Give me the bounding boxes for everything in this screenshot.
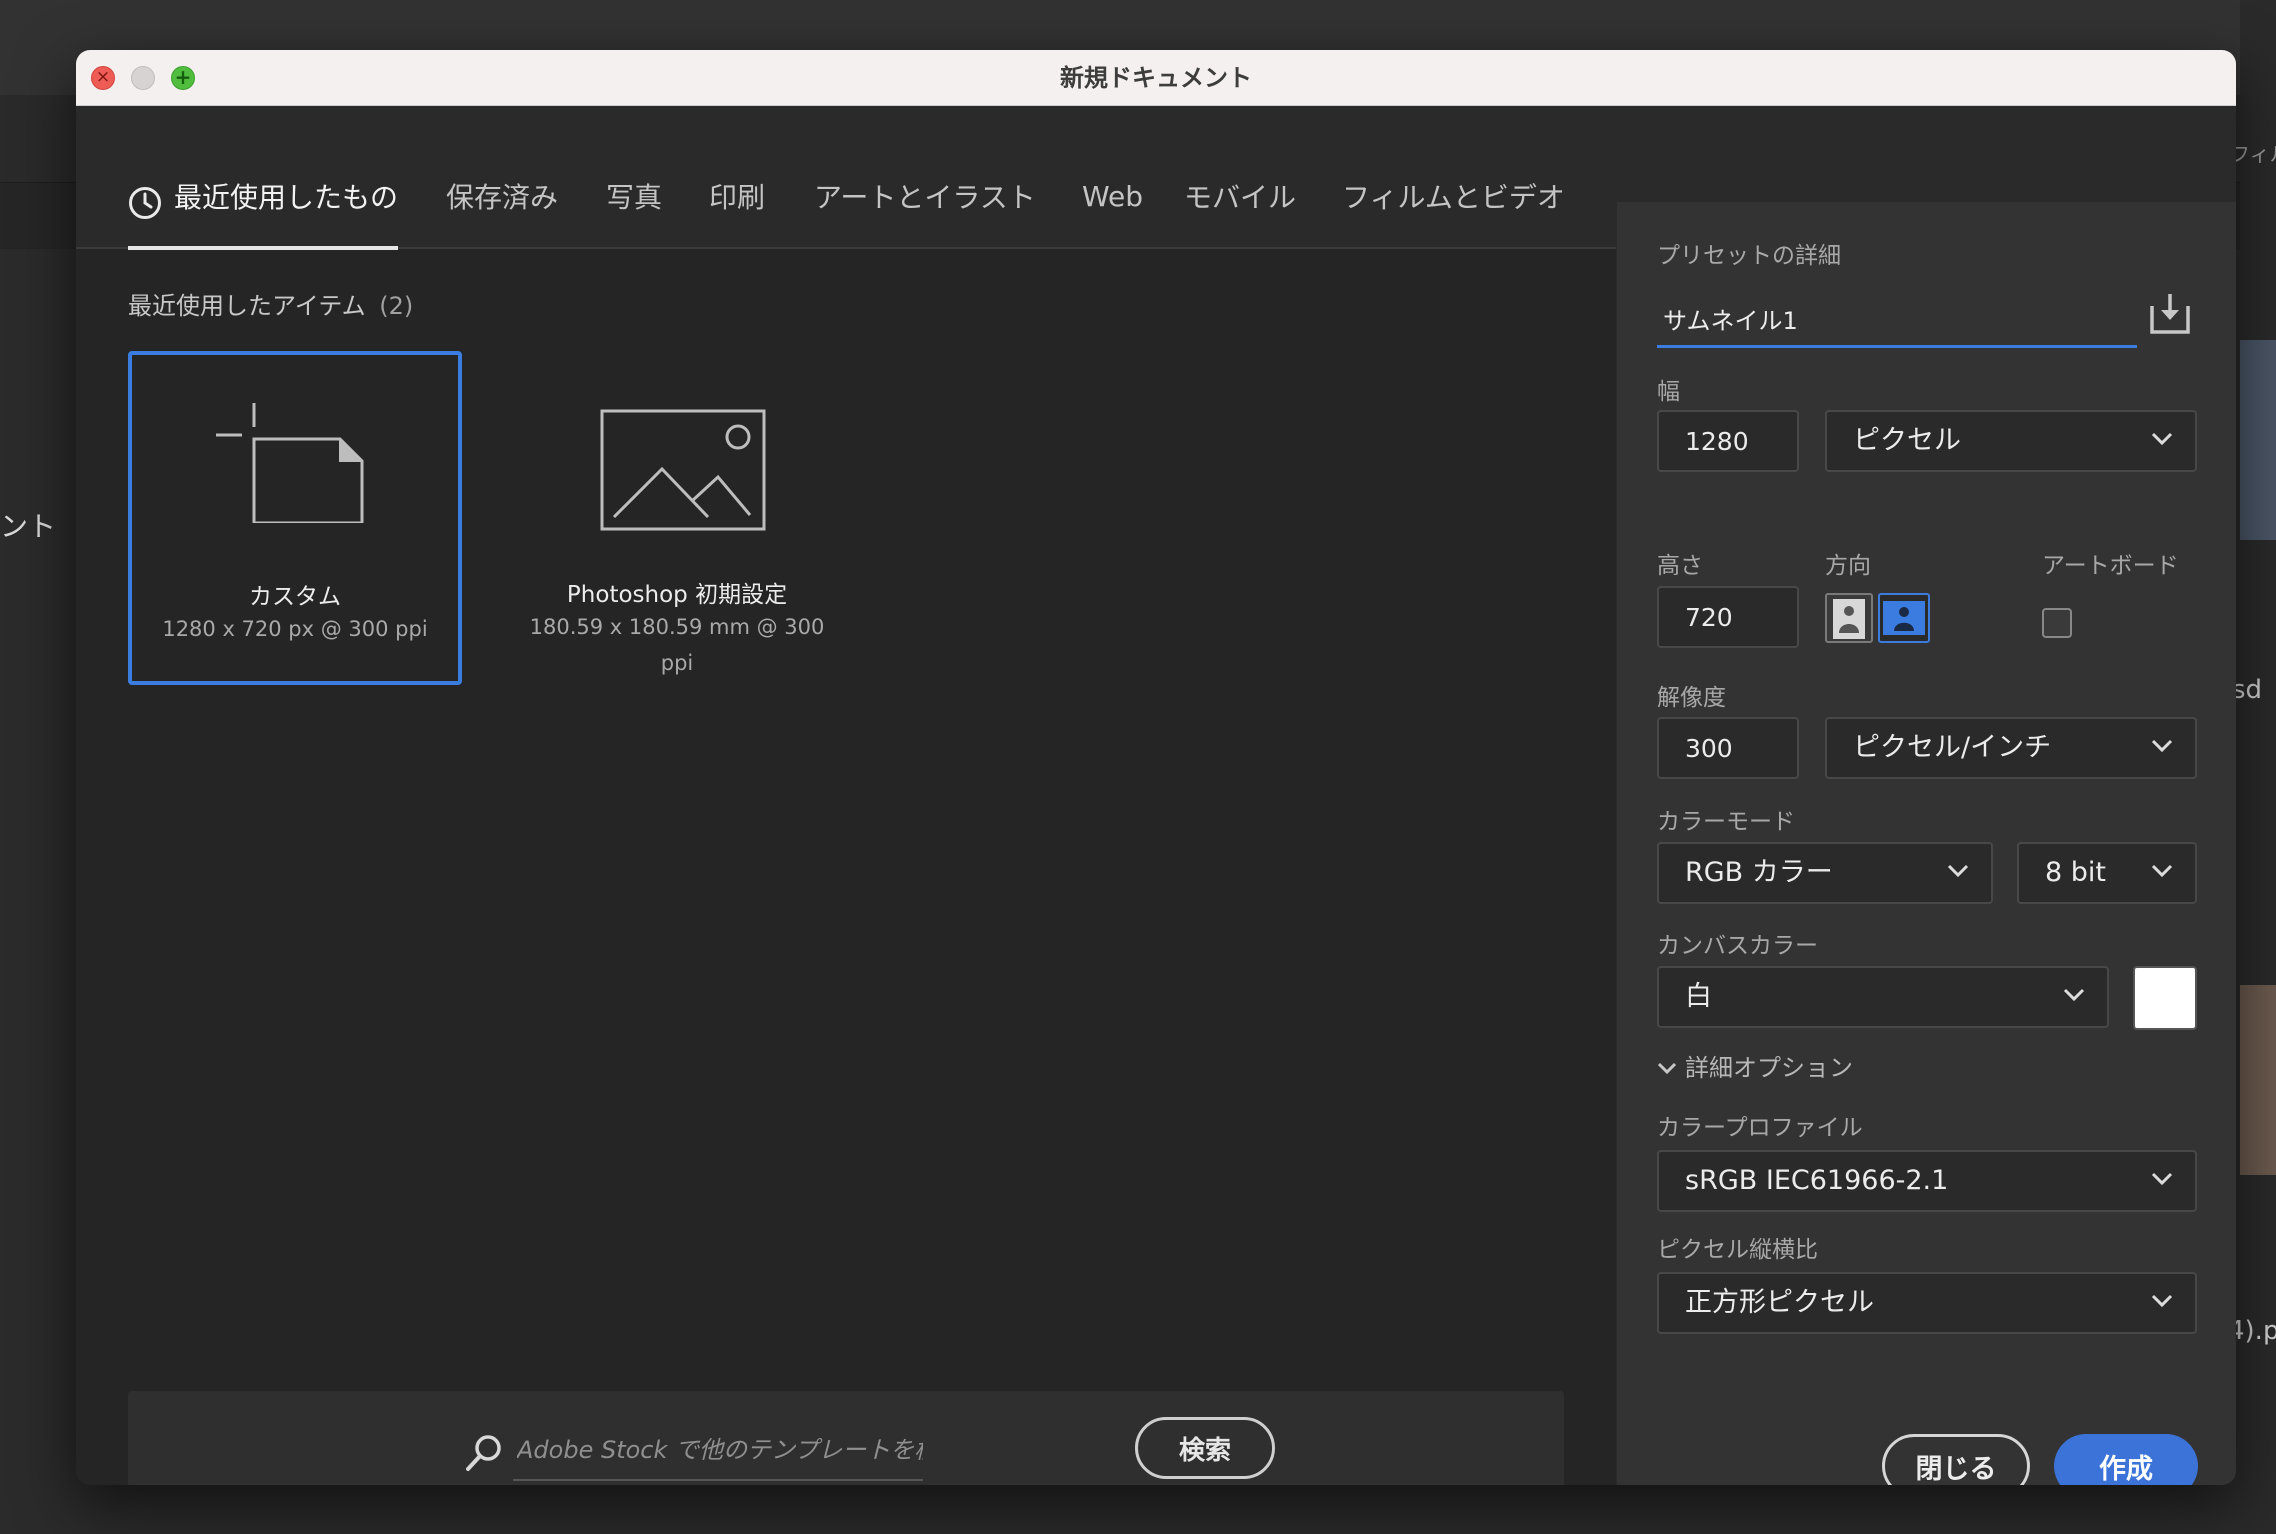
- recent-item-custom[interactable]: カスタム 1280 x 720 px @ 300 ppi: [128, 351, 462, 685]
- background-left-text: ント: [0, 510, 57, 543]
- bit-depth-value: 8 bit: [2045, 857, 2106, 888]
- background-thumbnail: [2240, 340, 2276, 540]
- clock-icon: [129, 187, 161, 219]
- bit-depth-select[interactable]: 8 bit: [2017, 842, 2197, 904]
- recent-item-detail: 1280 x 720 px @ 300 ppi: [162, 617, 428, 641]
- chevron-down-icon: [2151, 432, 2173, 446]
- tab-photo[interactable]: 写真: [606, 176, 662, 216]
- new-document-icon: [216, 403, 364, 523]
- stock-search-button[interactable]: 検索: [1135, 1417, 1275, 1479]
- pixel-aspect-value: 正方形ピクセル: [1685, 1287, 1874, 1318]
- tab-recent[interactable]: 最近使用したもの: [174, 176, 398, 216]
- image-icon: [600, 409, 766, 531]
- color-profile-select[interactable]: sRGB IEC61966-2.1: [1657, 1150, 2197, 1212]
- height-label: 高さ: [1657, 553, 1703, 579]
- chevron-down-icon: [2151, 864, 2173, 878]
- window-minimize-button[interactable]: [131, 66, 155, 90]
- pixel-aspect-select[interactable]: 正方形ピクセル: [1657, 1272, 2197, 1334]
- orientation-label: 方向: [1825, 553, 1871, 579]
- orientation-landscape-button[interactable]: [1878, 593, 1930, 643]
- tab-mobile[interactable]: モバイル: [1184, 176, 1296, 216]
- artboard-label: アートボード: [2042, 553, 2179, 579]
- background-right-text: フィル: [2230, 142, 2276, 166]
- active-tab-indicator: [128, 246, 398, 250]
- tab-saved[interactable]: 保存済み: [446, 176, 558, 216]
- search-icon: [466, 1435, 501, 1471]
- color-mode-label: カラーモード: [1657, 809, 1795, 835]
- height-field[interactable]: [1657, 586, 1799, 648]
- background-thumbnail: [2240, 985, 2276, 1175]
- canvas-color-swatch[interactable]: [2133, 966, 2197, 1030]
- advanced-options-toggle[interactable]: 詳細オプション: [1657, 1048, 1853, 1083]
- recent-item-photoshop-default[interactable]: Photoshop 初期設定 180.59 x 180.59 mm @ 300 …: [510, 351, 844, 685]
- canvas-color-value: 白: [1685, 981, 1712, 1012]
- chevron-down-icon: [2063, 988, 2085, 1002]
- portrait-person-icon: [1833, 599, 1865, 639]
- window-zoom-button[interactable]: +: [171, 66, 195, 90]
- resolution-unit-value: ピクセル/インチ: [1853, 732, 2052, 763]
- chevron-down-icon: [1947, 864, 1969, 878]
- recent-item-name: カスタム: [249, 584, 341, 610]
- create-button[interactable]: 作成: [2054, 1434, 2198, 1485]
- preset-details-heading: プリセットの詳細: [1657, 243, 1841, 269]
- recent-items-title: 最近使用したアイテム: [128, 292, 366, 320]
- width-label: 幅: [1657, 379, 1680, 405]
- background-right-panel: [2240, 0, 2276, 1534]
- save-preset-icon[interactable]: [2146, 290, 2194, 338]
- new-document-dialog: 新規ドキュメント × + 最近使用したもの 保存済み 写真 印刷 アートとイラス…: [76, 50, 2236, 1485]
- canvas-color-select[interactable]: 白: [1657, 966, 2109, 1028]
- width-unit-value: ピクセル: [1853, 425, 1961, 456]
- preset-name-input[interactable]: [1657, 292, 2137, 348]
- chevron-down-icon: [2151, 1294, 2173, 1308]
- color-profile-value: sRGB IEC61966-2.1: [1685, 1165, 1949, 1196]
- dialog-title: 新規ドキュメント: [1060, 64, 1252, 92]
- color-profile-label: カラープロファイル: [1657, 1115, 1863, 1141]
- chevron-down-icon: [2151, 739, 2173, 753]
- stock-search-input[interactable]: [513, 1421, 923, 1481]
- tab-web[interactable]: Web: [1082, 180, 1143, 213]
- canvas-color-label: カンバスカラー: [1657, 933, 1818, 959]
- pixel-aspect-label: ピクセル縦横比: [1657, 1237, 1818, 1263]
- resolution-label: 解像度: [1657, 685, 1726, 711]
- orientation-portrait-button[interactable]: [1825, 593, 1873, 643]
- width-field[interactable]: [1657, 410, 1799, 472]
- title-bar: 新規ドキュメント × +: [76, 50, 2236, 106]
- tab-art-illustration[interactable]: アートとイラスト: [814, 176, 1036, 216]
- tab-print[interactable]: 印刷: [709, 176, 765, 216]
- width-unit-select[interactable]: ピクセル: [1825, 410, 2197, 472]
- resolution-unit-select[interactable]: ピクセル/インチ: [1825, 717, 2197, 779]
- chevron-down-icon: [2151, 1172, 2173, 1186]
- recent-items-heading: 最近使用したアイテム (2): [128, 286, 413, 321]
- recent-items-count: (2): [379, 292, 414, 320]
- recent-item-detail: ppi: [660, 651, 694, 675]
- close-button[interactable]: 閉じる: [1882, 1434, 2030, 1485]
- color-mode-value: RGB カラー: [1685, 857, 1833, 888]
- preset-details-panel: プリセットの詳細 幅 ピクセル 高さ 方向 アートボード: [1616, 202, 2236, 1485]
- window-close-button[interactable]: ×: [91, 66, 115, 90]
- chevron-down-icon: [1657, 1062, 1677, 1075]
- recent-item-name: Photoshop 初期設定: [566, 582, 788, 608]
- recent-item-detail: 180.59 x 180.59 mm @ 300: [529, 615, 825, 639]
- artboard-checkbox[interactable]: [2042, 608, 2072, 638]
- stock-search-bar: 検索: [128, 1391, 1564, 1485]
- resolution-field[interactable]: [1657, 717, 1799, 779]
- background-right-text: sd: [2232, 675, 2263, 705]
- color-mode-select[interactable]: RGB カラー: [1657, 842, 1993, 904]
- landscape-person-icon: [1883, 601, 1925, 635]
- recent-items-pane: 最近使用したアイテム (2) カスタム 1280 x 720 px @ 300 …: [76, 251, 1616, 1485]
- advanced-options-label: 詳細オプション: [1685, 1054, 1853, 1082]
- tab-film-video[interactable]: フィルムとビデオ: [1342, 176, 1565, 216]
